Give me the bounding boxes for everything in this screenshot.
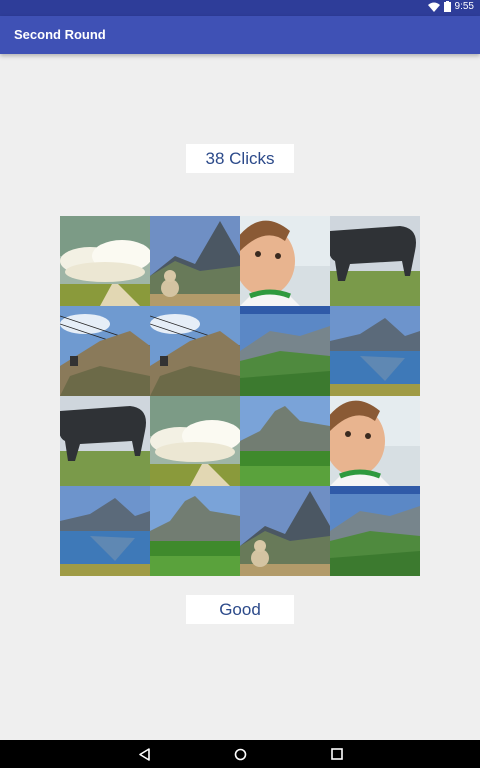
battery-icon <box>443 1 451 12</box>
app-title: Second Round <box>14 27 106 42</box>
tile-r4c2[interactable] <box>150 486 240 576</box>
app-bar: Second Round <box>0 16 480 54</box>
tile-r4c1[interactable] <box>60 486 150 576</box>
wifi-icon <box>427 2 440 12</box>
tile-r2c3[interactable] <box>240 306 330 396</box>
tile-r2c2[interactable] <box>150 306 240 396</box>
image-grid <box>60 216 420 576</box>
tile-r3c2[interactable] <box>150 396 240 486</box>
status-bar: 9:55 <box>0 0 480 16</box>
tile-r1c4[interactable] <box>330 216 420 306</box>
nav-bar <box>0 740 480 768</box>
tile-r1c3[interactable] <box>240 216 330 306</box>
tile-r3c1[interactable] <box>60 396 150 486</box>
tile-r2c1[interactable] <box>60 306 150 396</box>
tile-r4c4[interactable] <box>330 486 420 576</box>
tile-r2c4[interactable] <box>330 306 420 396</box>
status-time: 9:55 <box>454 1 474 12</box>
back-icon[interactable] <box>136 746 152 762</box>
clicks-counter: 38 Clicks <box>186 144 294 173</box>
home-icon[interactable] <box>232 746 248 762</box>
tile-r3c3[interactable] <box>240 396 330 486</box>
tile-r4c3[interactable] <box>240 486 330 576</box>
tile-r1c2[interactable] <box>150 216 240 306</box>
tile-r1c1[interactable] <box>60 216 150 306</box>
tile-r3c4[interactable] <box>330 396 420 486</box>
recents-icon[interactable] <box>329 746 345 762</box>
result-label: Good <box>186 595 294 624</box>
